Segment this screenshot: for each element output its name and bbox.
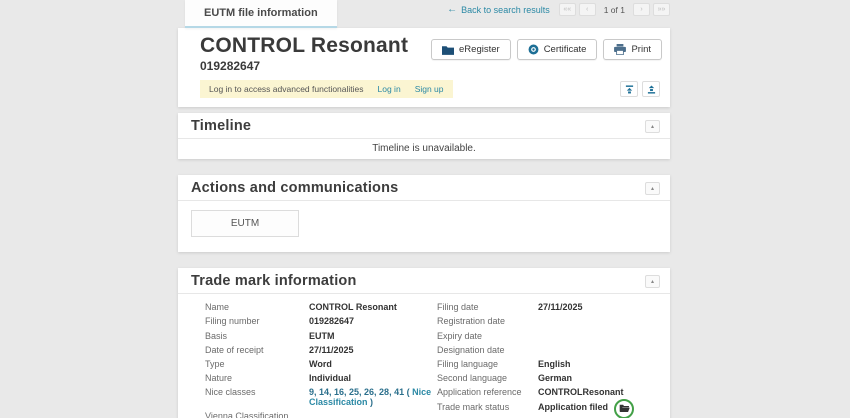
- certificate-button[interactable]: Certificate: [517, 39, 598, 60]
- actions-section-title: Actions and communications: [191, 180, 398, 196]
- top-bar: EUTM file information ← Back to search r…: [178, 0, 670, 28]
- pager-last-button[interactable]: »»: [653, 3, 670, 16]
- title-block: CONTROL Resonant 019282647: [200, 34, 408, 73]
- timeline-section: Timeline ▴ Timeline is unavailable.: [178, 113, 670, 159]
- eregister-label: eRegister: [459, 44, 500, 55]
- top-right-controls: ← Back to search results «« ‹ 1 of 1 › »…: [447, 0, 670, 16]
- field-value: 27/11/2025: [309, 346, 435, 356]
- nice-classes-value: 9, 14, 16, 25, 26, 28, 41 (: [309, 387, 410, 397]
- eregister-button[interactable]: eRegister: [431, 39, 511, 60]
- trademark-collapse-button[interactable]: ▴: [645, 275, 660, 288]
- login-notice-text: Log in to access advanced functionalitie…: [209, 84, 364, 94]
- trademark-fields-left: Name CONTROL Resonant Filing number 0192…: [205, 303, 437, 418]
- collapse-all-button[interactable]: [620, 81, 638, 97]
- field-value: CONTROL Resonant: [309, 303, 435, 313]
- trademark-fields-right: Filing date 27/11/2025 Registration date…: [437, 303, 656, 418]
- field-row-trade-mark-status: Trade mark status Application filed: [437, 403, 656, 413]
- field-row-expiry-date: Expiry date: [437, 332, 656, 342]
- field-row-registration-date: Registration date: [437, 317, 656, 327]
- field-value: Individual: [309, 374, 435, 384]
- field-row-nature: Nature Individual: [205, 374, 437, 384]
- certificate-label: Certificate: [544, 44, 587, 55]
- field-value: EUTM: [309, 332, 435, 342]
- field-label: Vienna Classification: [205, 412, 309, 418]
- field-label: Expiry date: [437, 332, 538, 342]
- field-row-application-reference: Application reference CONTROLResonant: [437, 388, 656, 398]
- field-label: Date of receipt: [205, 346, 309, 356]
- tab-eutm-file-information[interactable]: EUTM file information: [185, 0, 337, 28]
- field-label: Designation date: [437, 346, 538, 356]
- printer-icon: [614, 44, 626, 55]
- field-value: Word: [309, 360, 435, 370]
- field-row-filing-language: Filing language English: [437, 360, 656, 370]
- action-buttons: eRegister Certificate: [431, 39, 662, 60]
- timeline-empty-message: Timeline is unavailable.: [178, 139, 670, 159]
- trademark-header-card: CONTROL Resonant 019282647 eRegister: [178, 28, 670, 107]
- field-row-second-language: Second language German: [437, 374, 656, 384]
- pager-prev-button[interactable]: ‹: [579, 3, 596, 16]
- field-label: Basis: [205, 332, 309, 342]
- field-row-name: Name CONTROL Resonant: [205, 303, 437, 313]
- certificate-icon: [528, 44, 539, 55]
- field-row-date-of-receipt: Date of receipt 27/11/2025: [205, 346, 437, 356]
- field-row-filing-date: Filing date 27/11/2025: [437, 303, 656, 313]
- sign-up-link[interactable]: Sign up: [415, 84, 444, 94]
- folder-icon: [442, 45, 454, 55]
- tab-eutm[interactable]: EUTM: [191, 210, 299, 237]
- nice-classes-suffix: ): [370, 397, 373, 407]
- collapse-all-icon: [625, 85, 634, 94]
- field-label: Application reference: [437, 388, 538, 398]
- field-label: Filing date: [437, 303, 538, 313]
- field-row-vienna-classification: Vienna Classification: [205, 412, 437, 418]
- field-value: 019282647: [309, 317, 435, 327]
- field-row-type: Type Word: [205, 360, 437, 370]
- field-row-designation-date: Designation date: [437, 346, 656, 356]
- back-to-search-results-link[interactable]: ← Back to search results: [447, 4, 550, 15]
- field-label: Nature: [205, 374, 309, 384]
- login-notice-bar: Log in to access advanced functionalitie…: [200, 80, 453, 98]
- print-label: Print: [631, 44, 651, 55]
- trademark-info-section: Trade mark information ▴ Name CONTROL Re…: [178, 268, 670, 418]
- expand-all-button[interactable]: [642, 81, 660, 97]
- field-value: German: [538, 374, 572, 384]
- timeline-section-title: Timeline: [191, 118, 251, 134]
- pager-next-button[interactable]: ›: [633, 3, 650, 16]
- field-value: 27/11/2025: [538, 303, 583, 313]
- print-button[interactable]: Print: [603, 39, 662, 60]
- field-value: [309, 412, 435, 418]
- field-value: CONTROLResonant: [538, 388, 624, 398]
- result-pager: «« ‹ 1 of 1 › »»: [559, 3, 670, 16]
- field-label: Type: [205, 360, 309, 370]
- trade-mark-status-value: Application filed: [538, 403, 608, 413]
- pager-position-label: 1 of 1: [604, 5, 625, 15]
- field-row-filing-number: Filing number 019282647: [205, 317, 437, 327]
- field-label: Filing language: [437, 360, 538, 370]
- field-label: Name: [205, 303, 309, 313]
- timeline-collapse-button[interactable]: ▴: [645, 120, 660, 133]
- filing-number-heading: 019282647: [200, 59, 408, 73]
- actions-collapse-button[interactable]: ▴: [645, 182, 660, 195]
- field-label: Filing number: [205, 317, 309, 327]
- field-label: Nice classes: [205, 388, 309, 407]
- log-in-link[interactable]: Log in: [378, 84, 401, 94]
- actions-section: Actions and communications ▴ EUTM: [178, 175, 670, 252]
- field-label: Second language: [437, 374, 538, 384]
- field-row-basis: Basis EUTM: [205, 332, 437, 342]
- page-title: CONTROL Resonant: [200, 34, 408, 57]
- main-content: EUTM file information ← Back to search r…: [178, 0, 670, 418]
- expand-all-icon: [647, 85, 656, 94]
- field-label: Registration date: [437, 317, 538, 327]
- trademark-section-title: Trade mark information: [191, 273, 357, 289]
- fold-controls: [620, 81, 660, 97]
- field-row-nice-classes: Nice classes 9, 14, 16, 25, 26, 28, 41 (…: [205, 388, 437, 407]
- field-label: Trade mark status: [437, 403, 538, 413]
- back-arrow-icon: ←: [447, 4, 457, 15]
- pager-first-button[interactable]: ««: [559, 3, 576, 16]
- field-value: English: [538, 360, 571, 370]
- application-filed-status-icon: [614, 399, 634, 418]
- back-link-label: Back to search results: [461, 5, 550, 15]
